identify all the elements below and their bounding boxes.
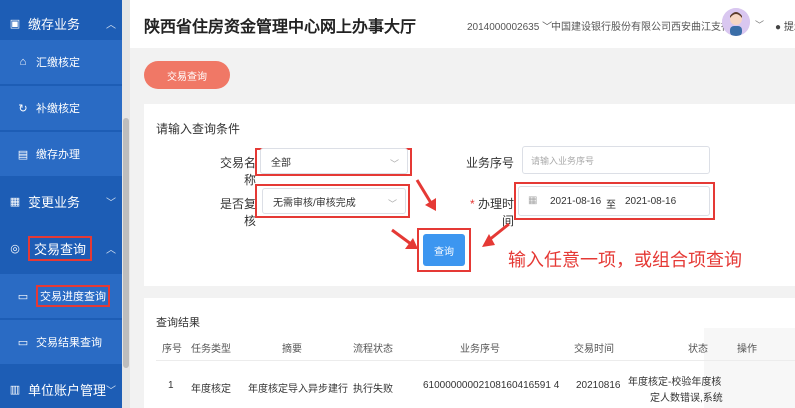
arrow-icon [415,179,436,211]
cell-no: 1 [168,380,174,391]
column-header: 流程状态 [353,344,393,355]
column-header: 交易时间 [574,344,614,355]
arrow-icon [482,222,510,247]
column-header: 业务序号 [460,344,500,355]
cell-biz-no: 61000000002108160416591 4 [423,380,560,391]
arrow-icon [391,228,418,249]
column-header: 序号 [162,344,182,355]
results-panel: 查询结果 序号 任务类型 摘要 流程状态 业务序号 交易时间 状态 操作 1 年… [144,298,795,408]
cell-type: 年度核定 [191,384,231,395]
cell-time: 20210816 [576,380,621,391]
divider [156,360,795,361]
cell-status-1: 年度核定-校验年度核 [628,377,722,388]
column-header: 操作 [737,344,757,355]
cell-flow: 执行失败 [353,384,393,395]
annotation-text: 输入任意一项，或组合项查询 [508,250,742,271]
column-header: 状态 [688,344,708,355]
cell-summary: 年度核定导入异步建行 [248,384,348,395]
results-title: 查询结果 [156,317,200,329]
column-header: 摘要 [282,344,302,355]
column-header: 任务类型 [191,344,231,355]
cell-status-2: 定人数错误,系统 [650,393,723,404]
